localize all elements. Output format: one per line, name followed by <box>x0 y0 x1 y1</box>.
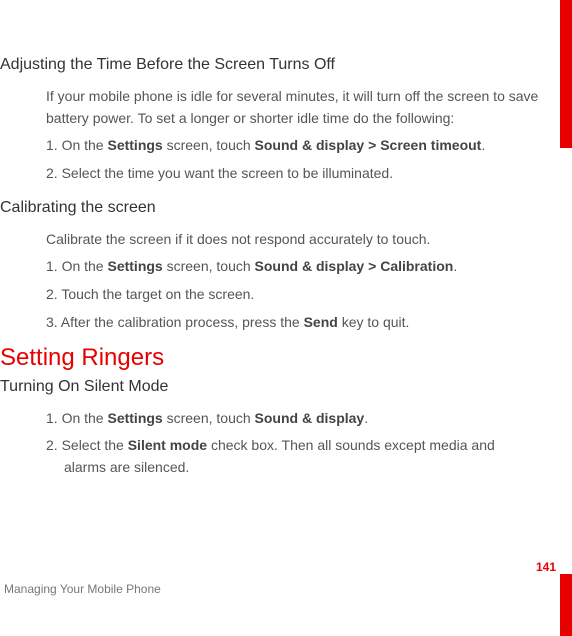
intro-calibrating: Calibrate the screen if it does not resp… <box>0 229 548 251</box>
text: . <box>481 137 485 153</box>
heading-silent-mode: Turning On Silent Mode <box>0 378 548 396</box>
text: screen, touch <box>163 258 255 274</box>
bold-settings: Settings <box>107 410 162 426</box>
bold-screen-timeout: Screen timeout <box>380 137 481 153</box>
text: screen, touch <box>163 410 255 426</box>
bold-settings: Settings <box>107 258 162 274</box>
text: . <box>364 410 368 426</box>
step-1-screen-timeout: 1. On the Settings screen, touch Sound &… <box>0 135 548 157</box>
bold-gt: > <box>364 137 380 153</box>
text: 1. On the <box>46 410 107 426</box>
heading-calibrating: Calibrating the screen <box>0 199 548 217</box>
bold-silent-mode: Silent mode <box>128 437 207 453</box>
step-1-silent-mode: 1. On the Settings screen, touch Sound &… <box>0 408 548 430</box>
red-tab-top <box>560 0 572 148</box>
bold-settings: Settings <box>107 137 162 153</box>
bold-calibration: Calibration <box>380 258 453 274</box>
text: 1. On the <box>46 137 107 153</box>
text: 2. Select the <box>46 437 128 453</box>
bold-gt: > <box>364 258 380 274</box>
intro-adjusting-time: If your mobile phone is idle for several… <box>0 86 548 129</box>
bold-sound-display: Sound & display <box>255 258 365 274</box>
step-2-touch-target: 2. Touch the target on the screen. <box>0 284 548 306</box>
text: 1. On the <box>46 258 107 274</box>
bold-send: Send <box>304 314 338 330</box>
text: screen, touch <box>163 137 255 153</box>
bold-sound-display: Sound & display <box>255 137 365 153</box>
bold-sound-display: Sound & display <box>255 410 365 426</box>
heading-adjusting-time: Adjusting the Time Before the Screen Tur… <box>0 56 548 74</box>
step-3-press-send: 3. After the calibration process, press … <box>0 312 548 334</box>
footer-text: Managing Your Mobile Phone <box>4 582 161 596</box>
page-number: 141 <box>536 560 556 574</box>
page-content: Adjusting the Time Before the Screen Tur… <box>0 0 572 479</box>
text: check box. Then all sounds except media … <box>207 437 495 453</box>
step-2-select-time: 2. Select the time you want the screen t… <box>0 163 548 185</box>
text-continuation: alarms are silenced. <box>46 457 548 479</box>
heading-setting-ringers: Setting Ringers <box>0 344 548 372</box>
step-2-silent-mode: 2. Select the Silent mode check box. The… <box>0 435 548 478</box>
step-1-calibration: 1. On the Settings screen, touch Sound &… <box>0 256 548 278</box>
text: 3. After the calibration process, press … <box>46 314 304 330</box>
text: key to quit. <box>338 314 410 330</box>
text: . <box>453 258 457 274</box>
red-tab-bottom <box>560 574 572 636</box>
